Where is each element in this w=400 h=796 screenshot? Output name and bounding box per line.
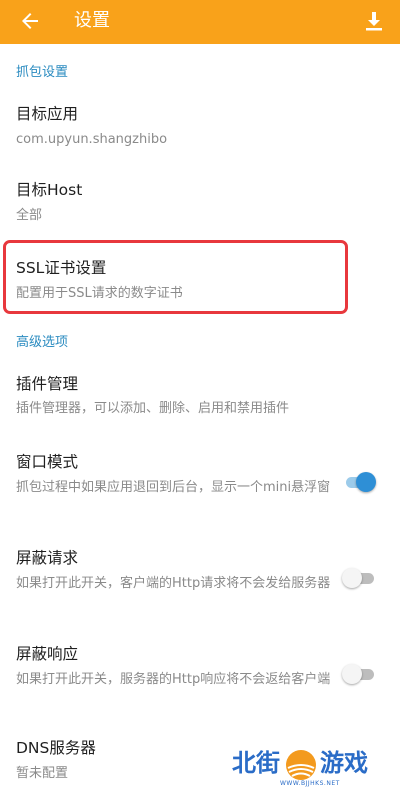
sun-logo-icon (286, 750, 316, 780)
page-title: 设置 (74, 10, 110, 31)
window-mode-toggle[interactable] (342, 471, 376, 493)
arrow-left-icon[interactable] (18, 9, 42, 33)
toggle-knob (342, 664, 362, 684)
setting-summary: 全部 (16, 208, 43, 223)
setting-summary: 如果打开此开关，服务器的Http响应将不会返给客户端 (16, 672, 331, 687)
watermark-text-left: 北街 (232, 749, 280, 777)
setting-summary: 插件管理器，可以添加、删除、启用和禁用插件 (16, 401, 290, 416)
toggle-knob (356, 472, 376, 492)
setting-title: 屏蔽响应 (16, 645, 79, 663)
section-header-capture: 抓包设置 (16, 65, 69, 80)
watermark-text-right: 游戏 (320, 749, 368, 777)
setting-title: 插件管理 (16, 375, 79, 393)
setting-title: DNS服务器 (16, 739, 96, 757)
app-bar: 设置 (0, 0, 400, 44)
setting-target-app[interactable]: 目标应用 com.upyun.shangzhibo (0, 100, 400, 160)
setting-ssl-certificate[interactable]: SSL证书设置 配置用于SSL请求的数字证书 (0, 254, 400, 314)
block-response-toggle[interactable] (342, 663, 376, 685)
setting-target-host[interactable]: 目标Host 全部 (0, 176, 400, 236)
setting-window-mode[interactable]: 窗口模式 抓包过程中如果应用退回到后台，显示一个mini悬浮窗 (0, 448, 400, 520)
setting-block-request[interactable]: 屏蔽请求 如果打开此开关，客户端的Http请求将不会发给服务器 (0, 544, 400, 616)
watermark-logo: 北街 游戏 WWW.BJJHKS.NET (232, 746, 372, 792)
setting-summary: 如果打开此开关，客户端的Http请求将不会发给服务器 (16, 576, 331, 591)
setting-summary: 配置用于SSL请求的数字证书 (16, 286, 183, 301)
setting-block-response[interactable]: 屏蔽响应 如果打开此开关，服务器的Http响应将不会返给客户端 (0, 640, 400, 712)
setting-title: 目标Host (16, 181, 83, 199)
setting-summary: com.upyun.shangzhibo (16, 132, 168, 147)
section-header-advanced: 高级选项 (16, 335, 69, 350)
setting-title: 目标应用 (16, 105, 79, 123)
setting-title: 窗口模式 (16, 453, 79, 471)
setting-summary: 抓包过程中如果应用退回到后台，显示一个mini悬浮窗 (16, 480, 331, 495)
block-request-toggle[interactable] (342, 567, 376, 589)
watermark-url: WWW.BJJHKS.NET (280, 780, 340, 787)
setting-title: SSL证书设置 (16, 259, 107, 277)
setting-plugins[interactable]: 插件管理 插件管理器，可以添加、删除、启用和禁用插件 (0, 370, 400, 430)
setting-title: 屏蔽请求 (16, 549, 79, 567)
download-icon[interactable] (364, 9, 384, 33)
toggle-knob (342, 568, 362, 588)
